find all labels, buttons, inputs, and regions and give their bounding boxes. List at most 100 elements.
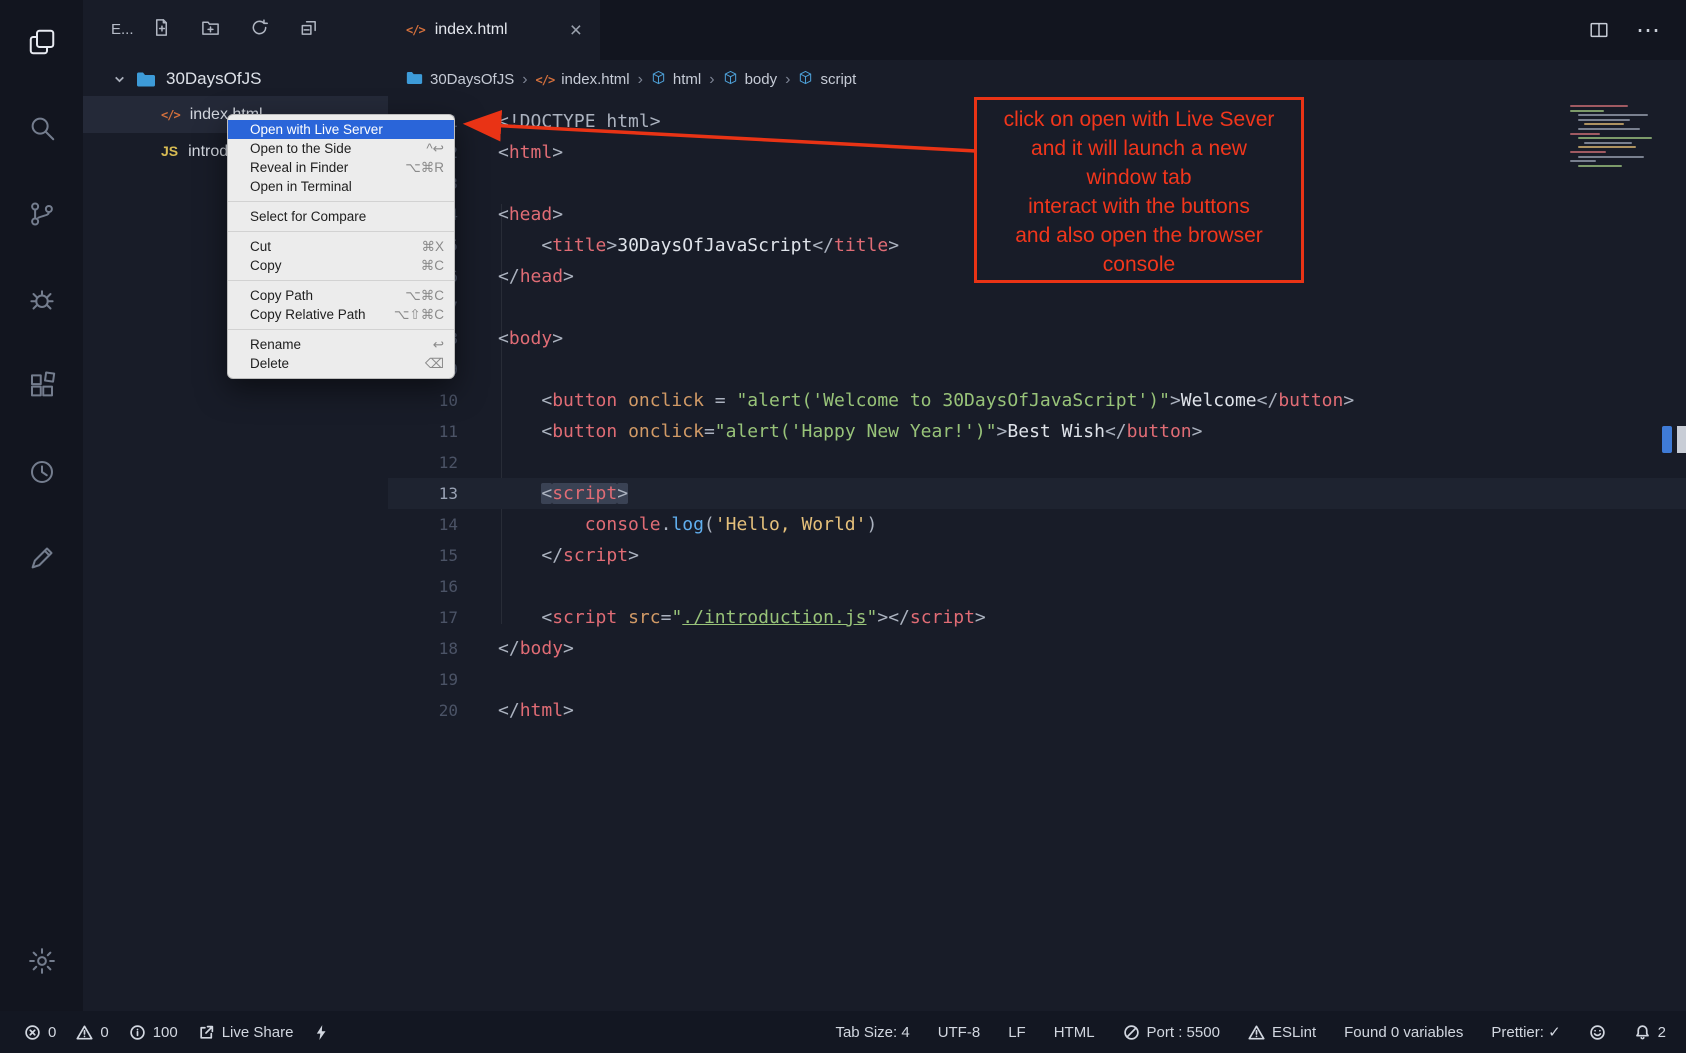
status-found-0-variables[interactable]: Found 0 variables — [1344, 1024, 1463, 1041]
collapse-all-icon[interactable] — [299, 18, 318, 41]
vscode-window: E... 30DaysOfJS </>index.htmlJSintroduct… — [0, 0, 1686, 1053]
menu-item-delete[interactable]: Delete⌫ — [228, 354, 454, 373]
menu-item-open-in-terminal[interactable]: Open in Terminal — [228, 177, 454, 196]
run-debug-icon[interactable] — [20, 278, 64, 322]
code-line-19[interactable]: 19 — [388, 664, 1686, 695]
breadcrumb-item-30daysofjs[interactable]: 30DaysOfJS — [406, 71, 514, 89]
menu-item-cut[interactable]: Cut⌘X — [228, 237, 454, 256]
breadcrumb-label: html — [673, 71, 701, 88]
tree-root-folder[interactable]: 30DaysOfJS — [83, 62, 388, 96]
refresh-icon[interactable] — [250, 18, 269, 41]
menu-item-open-to-the-side[interactable]: Open to the Side^↩ — [228, 139, 454, 158]
status-eslint[interactable]: ESLint — [1248, 1024, 1316, 1041]
code-line-20[interactable]: 20</html> — [388, 695, 1686, 726]
code-line-11[interactable]: 11 <button onclick="alert('Happy New Yea… — [388, 416, 1686, 447]
status-0[interactable]: 0 — [76, 1024, 108, 1041]
annotation-line: and it will launch a new — [977, 134, 1301, 163]
status-live-share[interactable]: Live Share — [198, 1024, 294, 1041]
menu-item-copy-path[interactable]: Copy Path⌥⌘C — [228, 286, 454, 305]
feedback-icon[interactable] — [20, 536, 64, 580]
breadcrumb: 30DaysOfJS›</>index.html›html›body›scrip… — [388, 60, 1686, 99]
info-icon — [129, 1024, 146, 1041]
extensions-icon[interactable] — [20, 364, 64, 408]
status-prettier[interactable]: Prettier: ✓ — [1491, 1023, 1560, 1041]
status-label: Found 0 variables — [1344, 1024, 1463, 1041]
minimap-line — [1584, 142, 1632, 144]
line-number: 13 — [388, 478, 458, 509]
line-number: 12 — [388, 447, 458, 478]
status-bolt[interactable] — [313, 1024, 330, 1041]
line-content: <script src="./introduction.js"></script… — [498, 602, 986, 633]
line-content: </html> — [498, 695, 574, 726]
code-line-14[interactable]: 14 console.log('Hello, World') — [388, 509, 1686, 540]
status-utf-8[interactable]: UTF-8 — [938, 1024, 981, 1041]
scrollbar-thumb[interactable] — [1677, 426, 1686, 453]
activity-bar-bottom — [20, 939, 64, 1011]
menu-item-label: Rename — [250, 337, 301, 352]
menu-separator — [228, 280, 454, 281]
minimap[interactable] — [1570, 105, 1666, 169]
breadcrumb-item-body[interactable]: body — [723, 70, 778, 89]
line-content: console.log('Hello, World') — [498, 509, 877, 540]
menu-item-label: Copy Relative Path — [250, 307, 366, 322]
status-0[interactable]: 0 — [24, 1024, 56, 1041]
menu-item-rename[interactable]: Rename↩ — [228, 335, 454, 354]
line-content: <html> — [498, 137, 563, 168]
source-control-icon[interactable] — [20, 192, 64, 236]
code-line-17[interactable]: 17 <script src="./introduction.js"></scr… — [388, 602, 1686, 633]
port-icon — [1123, 1024, 1140, 1041]
menu-item-label: Cut — [250, 239, 271, 254]
status-smiley[interactable] — [1589, 1024, 1606, 1041]
more-actions-icon[interactable]: ⋯ — [1636, 16, 1662, 45]
explorer-title: E... — [111, 21, 134, 38]
history-icon[interactable] — [20, 450, 64, 494]
status-label: Tab Size: 4 — [835, 1024, 909, 1041]
split-editor-icon[interactable] — [1588, 19, 1610, 41]
new-file-icon[interactable] — [152, 18, 171, 41]
breadcrumb-item-script[interactable]: script — [798, 70, 856, 89]
breadcrumb-separator: › — [785, 71, 790, 89]
menu-item-label: Open in Terminal — [250, 179, 352, 194]
menu-item-open-with-live-server[interactable]: Open with Live Server — [228, 120, 454, 139]
status-port-5500[interactable]: Port : 5500 — [1123, 1024, 1220, 1041]
line-number: 10 — [388, 385, 458, 416]
code-line-7[interactable]: 7 — [388, 292, 1686, 323]
breadcrumb-label: body — [745, 71, 778, 88]
menu-item-reveal-in-finder[interactable]: Reveal in Finder⌥⌘R — [228, 158, 454, 177]
line-number: 18 — [388, 633, 458, 664]
new-folder-icon[interactable] — [201, 18, 220, 41]
status-2[interactable]: 2 — [1634, 1024, 1666, 1041]
status-tab-size-4[interactable]: Tab Size: 4 — [835, 1024, 909, 1041]
code-line-16[interactable]: 16 — [388, 571, 1686, 602]
menu-item-copy[interactable]: Copy⌘C — [228, 256, 454, 275]
code-line-18[interactable]: 18</body> — [388, 633, 1686, 664]
status-label: 100 — [153, 1024, 178, 1041]
tab-index-html[interactable]: </> index.html × — [388, 0, 600, 60]
status-html[interactable]: HTML — [1054, 1024, 1095, 1041]
code-line-12[interactable]: 12 — [388, 447, 1686, 478]
status-lf[interactable]: LF — [1008, 1024, 1026, 1041]
search-icon[interactable] — [20, 106, 64, 150]
code-line-15[interactable]: 15 </script> — [388, 540, 1686, 571]
line-content: <!DOCTYPE html> — [498, 106, 661, 137]
code-line-9[interactable]: 9 — [388, 354, 1686, 385]
menu-item-shortcut: ⌫ — [425, 356, 444, 372]
status-left: 0 0 100 Live Share — [24, 1024, 330, 1041]
annotation-line: console — [977, 250, 1301, 279]
code-line-8[interactable]: 8<body> — [388, 323, 1686, 354]
settings-gear-icon[interactable] — [20, 939, 64, 983]
menu-item-label: Copy — [250, 258, 282, 273]
folder-icon — [406, 71, 423, 89]
tab-close-icon[interactable]: × — [570, 20, 582, 41]
breadcrumb-item-html[interactable]: html — [651, 70, 701, 89]
menu-item-copy-relative-path[interactable]: Copy Relative Path⌥⇧⌘C — [228, 305, 454, 324]
status-100[interactable]: 100 — [129, 1024, 178, 1041]
line-content: <script> — [498, 478, 628, 509]
breadcrumb-item-index-html[interactable]: </>index.html — [536, 71, 630, 88]
code-line-10[interactable]: 10 <button onclick = "alert('Welcome to … — [388, 385, 1686, 416]
menu-item-select-for-compare[interactable]: Select for Compare — [228, 207, 454, 226]
error-icon — [24, 1024, 41, 1041]
code-line-13[interactable]: 13 <script> — [388, 478, 1686, 509]
symbol-icon — [651, 70, 666, 89]
explorer-icon[interactable] — [20, 20, 64, 64]
